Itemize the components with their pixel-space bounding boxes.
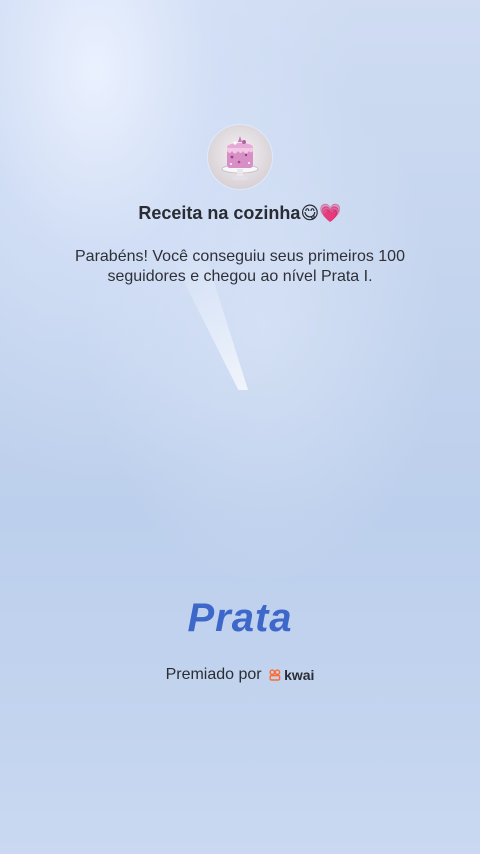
kwai-brand-name: kwai	[284, 667, 315, 683]
kwai-brand: kwai	[269, 664, 314, 686]
award-prefix: Premiado por	[165, 666, 262, 684]
avatar	[208, 125, 272, 189]
profile-name-text: Receita na cozinha	[138, 203, 301, 223]
profile-name: Receita na cozinha😋💗	[0, 200, 480, 227]
congrats-message: Parabéns! Você conseguiu seus primeiros …	[75, 248, 405, 285]
profile-name-emojis: 😋💗	[300, 203, 342, 224]
award-line: Premiado por kwai	[0, 664, 480, 686]
cake-icon	[221, 136, 259, 181]
kwai-logo-icon	[269, 669, 281, 681]
level-title: Prata	[187, 596, 293, 640]
